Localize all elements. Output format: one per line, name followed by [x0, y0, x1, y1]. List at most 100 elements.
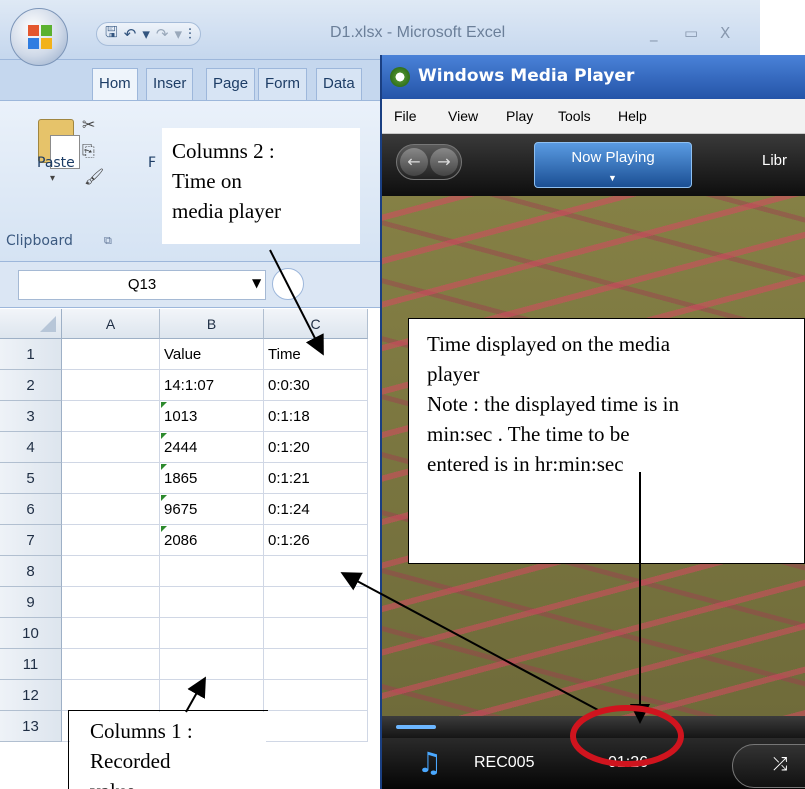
- tab-now-playing[interactable]: Now Playing ▼: [534, 142, 692, 188]
- menu-view[interactable]: View: [448, 108, 478, 124]
- paste-label[interactable]: Paste: [37, 155, 75, 171]
- forward-arrow-icon[interactable]: →: [430, 148, 458, 176]
- column-header-a[interactable]: A: [62, 309, 160, 339]
- cell-b9[interactable]: [160, 587, 264, 618]
- row-header-9[interactable]: 9: [0, 587, 62, 618]
- row-header-12[interactable]: 12: [0, 680, 62, 711]
- cell-c1[interactable]: Time: [264, 339, 368, 370]
- cell-b7[interactable]: 2086: [160, 525, 264, 556]
- cell-c12[interactable]: [264, 680, 368, 711]
- save-icon[interactable]: 🖫: [105, 22, 118, 47]
- cell-b3[interactable]: 1013: [160, 401, 264, 432]
- tab-formulas[interactable]: Form: [258, 68, 307, 100]
- now-playing-dropdown-icon[interactable]: ▼: [608, 173, 617, 183]
- cell-c13[interactable]: [264, 711, 368, 742]
- row-header-3[interactable]: 3: [0, 401, 62, 432]
- cell-a10[interactable]: [62, 618, 160, 649]
- cell-c11[interactable]: [264, 649, 368, 680]
- cell-a2[interactable]: [62, 370, 160, 401]
- cut-icon[interactable]: ✂: [82, 115, 95, 134]
- tab-insert[interactable]: Inser: [146, 68, 194, 100]
- cell-b1[interactable]: Value: [160, 339, 264, 370]
- shuffle-icon[interactable]: ⤮: [773, 754, 787, 775]
- customize-qat-icon[interactable]: ⫶: [188, 25, 192, 43]
- annotation-columns-2: Columns 2 : Time on media player: [162, 128, 360, 244]
- cell-b8[interactable]: [160, 556, 264, 587]
- excel-window-title: D1.xlsx - Microsoft Excel: [330, 24, 506, 41]
- cell-a4[interactable]: [62, 432, 160, 463]
- copy-icon[interactable]: ⎘: [82, 141, 95, 161]
- row-header-1[interactable]: 1: [0, 339, 62, 370]
- row-header-2[interactable]: 2: [0, 370, 62, 401]
- format-painter-icon[interactable]: 🖌: [84, 167, 104, 186]
- cell-b6[interactable]: 9675: [160, 494, 264, 525]
- annotation-col2-line1: Columns 2 :: [172, 139, 275, 163]
- cell-c3[interactable]: 0:1:18: [264, 401, 368, 432]
- undo-dropdown-icon[interactable]: ▾: [142, 25, 150, 43]
- maximize-button[interactable]: ▭: [684, 24, 698, 42]
- screenshot-root: 🖫 ↶ ▾ ↷ ▾ ⫶ D1.xlsx - Microsoft Excel _ …: [0, 0, 805, 789]
- office-button[interactable]: [10, 8, 68, 66]
- cell-a1[interactable]: [62, 339, 160, 370]
- annotation-col2-line3: media player: [172, 199, 282, 223]
- minimize-button[interactable]: _: [650, 24, 658, 42]
- cell-b11[interactable]: [160, 649, 264, 680]
- paste-dropdown-icon[interactable]: ▾: [50, 173, 55, 184]
- cell-c10[interactable]: [264, 618, 368, 649]
- close-button[interactable]: X: [720, 24, 730, 42]
- cell-c7[interactable]: 0:1:26: [264, 525, 368, 556]
- cell-a3[interactable]: [62, 401, 160, 432]
- annotation-col1-line3: value: [90, 776, 246, 789]
- redo-dropdown-icon[interactable]: ▾: [174, 25, 182, 43]
- name-box-dropdown-icon[interactable]: ▼: [252, 276, 261, 290]
- cell-a8[interactable]: [62, 556, 160, 587]
- cell-a11[interactable]: [62, 649, 160, 680]
- menu-tools[interactable]: Tools: [558, 108, 591, 124]
- cell-c8[interactable]: [264, 556, 368, 587]
- formula-bar-button[interactable]: [272, 268, 304, 300]
- tab-data[interactable]: Data: [316, 68, 362, 100]
- cell-a9[interactable]: [62, 587, 160, 618]
- cell-b2[interactable]: 14:1:07: [160, 370, 264, 401]
- cell-c4[interactable]: 0:1:20: [264, 432, 368, 463]
- cell-b4[interactable]: 2444: [160, 432, 264, 463]
- name-box[interactable]: Q13: [18, 270, 266, 300]
- cell-c9[interactable]: [264, 587, 368, 618]
- seek-bar[interactable]: [382, 716, 805, 738]
- font-group-partial: F: [148, 155, 157, 171]
- cell-b10[interactable]: [160, 618, 264, 649]
- undo-icon[interactable]: ↶: [124, 25, 137, 43]
- annotation-media-line4: min:sec . The time to be: [427, 422, 630, 446]
- back-arrow-icon[interactable]: ←: [400, 148, 428, 176]
- row-header-13[interactable]: 13: [0, 711, 62, 742]
- row-header-8[interactable]: 8: [0, 556, 62, 587]
- clipboard-launcher-icon[interactable]: ⧉: [104, 234, 112, 248]
- column-header-c[interactable]: C: [264, 309, 368, 339]
- row-header-7[interactable]: 7: [0, 525, 62, 556]
- clipboard-group-label: Clipboard: [6, 233, 73, 249]
- menu-file[interactable]: File: [394, 108, 417, 124]
- row-header-4[interactable]: 4: [0, 432, 62, 463]
- tab-page-layout[interactable]: Page: [206, 68, 256, 100]
- column-header-b[interactable]: B: [160, 309, 264, 339]
- cell-b12[interactable]: [160, 680, 264, 711]
- back-forward-pill: ← →: [396, 144, 462, 180]
- menu-help[interactable]: Help: [618, 108, 647, 124]
- cell-a5[interactable]: [62, 463, 160, 494]
- cell-a6[interactable]: [62, 494, 160, 525]
- quick-access-toolbar: 🖫 ↶ ▾ ↷ ▾ ⫶: [96, 22, 201, 46]
- cell-b5[interactable]: 1865: [160, 463, 264, 494]
- cell-a7[interactable]: [62, 525, 160, 556]
- menu-play[interactable]: Play: [506, 108, 533, 124]
- row-header-6[interactable]: 6: [0, 494, 62, 525]
- redo-icon[interactable]: ↷: [156, 25, 169, 43]
- row-header-10[interactable]: 10: [0, 618, 62, 649]
- tab-home[interactable]: Hom: [92, 68, 138, 100]
- cell-c2[interactable]: 0:0:30: [264, 370, 368, 401]
- row-header-11[interactable]: 11: [0, 649, 62, 680]
- tab-library[interactable]: Libr: [762, 152, 787, 169]
- cell-c5[interactable]: 0:1:21: [264, 463, 368, 494]
- cell-c6[interactable]: 0:1:24: [264, 494, 368, 525]
- row-header-5[interactable]: 5: [0, 463, 62, 494]
- cell-a12[interactable]: [62, 680, 160, 711]
